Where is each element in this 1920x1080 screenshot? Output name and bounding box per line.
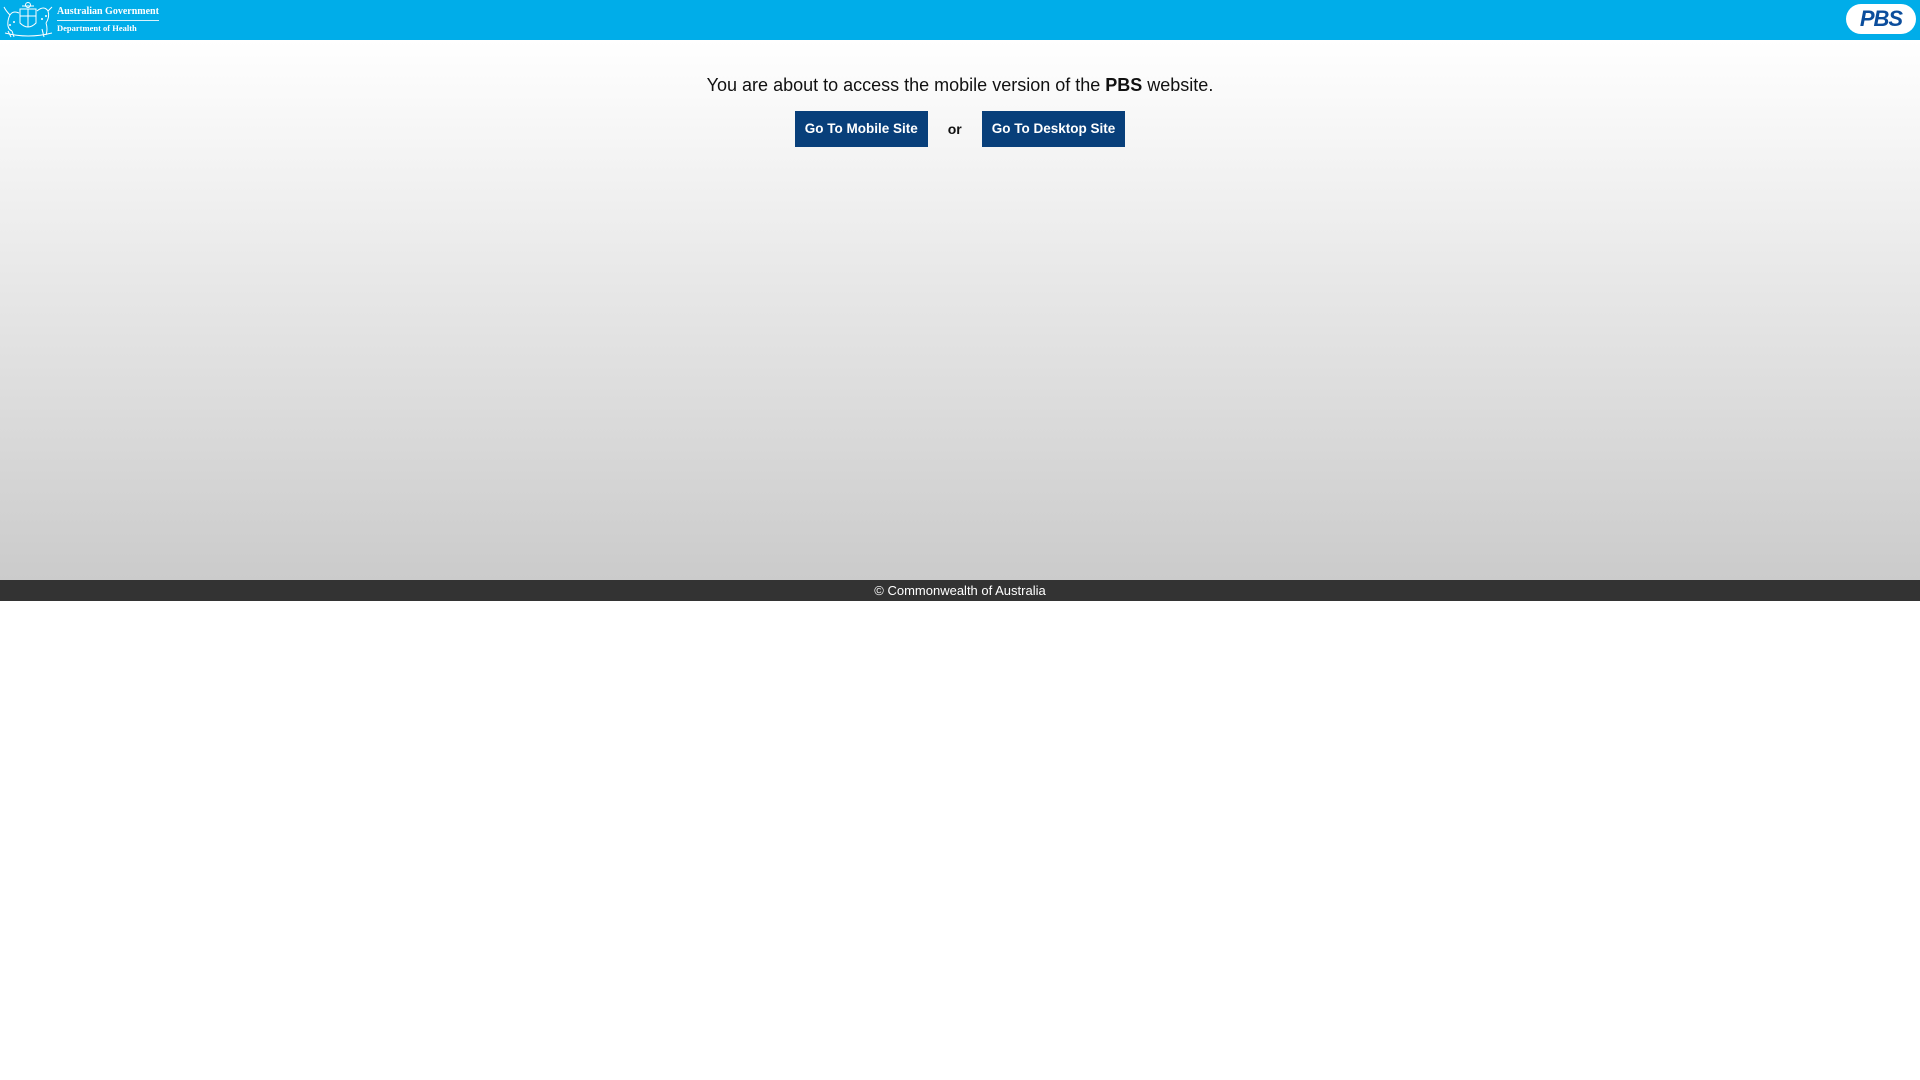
message-brand: PBS [1105, 75, 1143, 95]
main-content: You are about to access the mobile versi… [0, 40, 1920, 580]
pbs-logo[interactable]: PBS [1846, 4, 1916, 34]
site-choice-actions: Go To Mobile Site or Go To Desktop Site [0, 111, 1920, 147]
department-name: Department of Health [57, 22, 137, 33]
government-wordmark: Australian Government Department of Heal… [57, 6, 159, 34]
go-to-mobile-site-button[interactable]: Go To Mobile Site [794, 111, 928, 147]
pbs-logo-text: PBS [1859, 6, 1903, 31]
mobile-redirect-message: You are about to access the mobile versi… [0, 74, 1920, 96]
copyright-text: © Commonwealth of Australia [874, 583, 1046, 598]
message-text-before: You are about to access the mobile versi… [706, 75, 1106, 95]
go-to-desktop-site-button[interactable]: Go To Desktop Site [981, 111, 1126, 147]
site-footer: © Commonwealth of Australia [0, 580, 1920, 601]
message-text-after: website. [1142, 75, 1214, 95]
coat-of-arms-icon [3, 2, 53, 38]
site-header: Australian Government Department of Heal… [0, 0, 1920, 40]
australian-government-logo[interactable]: Australian Government Department of Heal… [2, 1, 159, 38]
government-name: Australian Government [57, 6, 159, 21]
or-separator: or [947, 121, 962, 137]
